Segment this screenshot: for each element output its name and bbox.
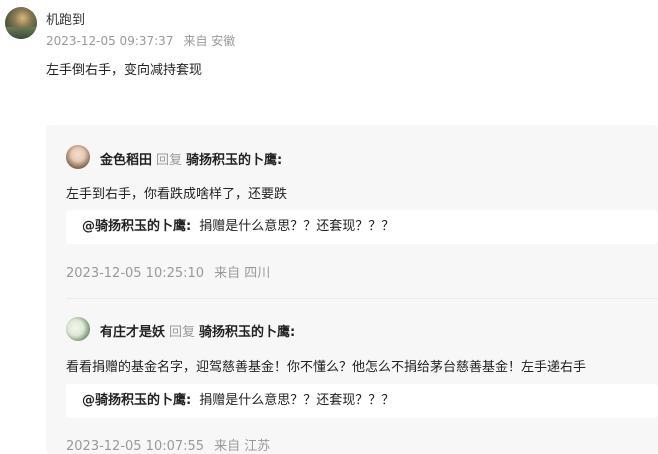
reply-text: 左手到右手，你看跌成啥样了，还要跌 [66, 187, 288, 202]
reply-target[interactable]: 骑扬积玉的卜鹰: [186, 153, 282, 168]
reply-header: 有庄才是妖 回复 骑扬积玉的卜鹰: [100, 321, 295, 340]
reply-timestamp: 2023-12-05 10:25:10 [66, 266, 205, 281]
user-avatar[interactable] [5, 7, 37, 39]
reply-location: 来自 江苏 [214, 439, 271, 454]
quoted-comment: @骑扬积玉的卜鹰: 捐赠是什么意思？？还套现？？？ [66, 384, 658, 418]
reply-avatar[interactable] [66, 317, 90, 341]
quoted-author[interactable]: @骑扬积玉的卜鹰: [82, 393, 191, 408]
reply-location: 来自 四川 [214, 266, 271, 281]
quoted-author[interactable]: @骑扬积玉的卜鹰: [82, 219, 191, 234]
post-meta: 2023-12-05 09:37:37 来自 安徽 [46, 32, 235, 49]
reply-meta: 2023-12-05 10:25:10 来自 四川 [66, 262, 270, 281]
reply-author[interactable]: 有庄才是妖 [100, 325, 165, 340]
reply-keyword: 回复 [156, 153, 183, 168]
reply-meta: 2023-12-05 10:07:55 来自 江苏 [66, 435, 270, 454]
post-text: 左手倒右手，变向减持套现 [46, 63, 203, 78]
quoted-comment: @骑扬积玉的卜鹰: 捐赠是什么意思？？还套现？？？ [66, 210, 658, 244]
reply-avatar[interactable] [66, 145, 90, 169]
replies-panel: 金色稻田 回复 骑扬积玉的卜鹰: 左手到右手，你看跌成啥样了，还要跌 @骑扬积玉的卜… [46, 125, 658, 454]
reply-header: 金色稻田 回复 骑扬积玉的卜鹰: [100, 149, 282, 168]
reply-text: 看看捐赠的基金名字，迎驾慈善基金！你不懂么？他怎么不捐给茅台慈善基金！左手递右手 [66, 360, 587, 375]
reply-author[interactable]: 金色稻田 [100, 153, 152, 168]
quoted-text: 捐赠是什么意思？？还套现？？？ [199, 393, 395, 408]
reply-timestamp: 2023-12-05 10:07:55 [66, 439, 205, 454]
quoted-text: 捐赠是什么意思？？还套现？？？ [199, 219, 395, 234]
post-timestamp: 2023-12-05 09:37:37 [46, 34, 174, 48]
post-username[interactable]: 机跑到 [46, 9, 85, 28]
reply-divider [66, 298, 658, 299]
reply-keyword: 回复 [169, 325, 196, 340]
reply-target[interactable]: 骑扬积玉的卜鹰: [199, 325, 295, 340]
post-location: 来自 安徽 [183, 34, 236, 48]
